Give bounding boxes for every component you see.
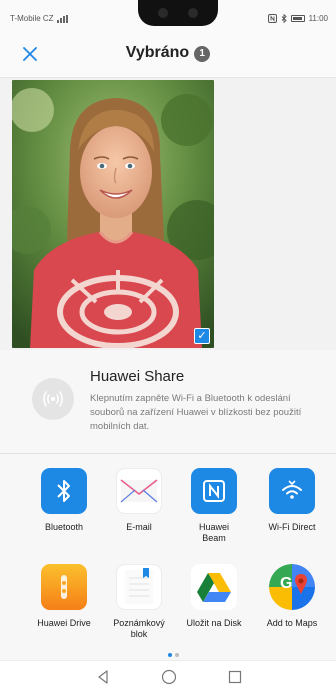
status-right: 11:00	[267, 14, 328, 23]
signal-icon	[56, 14, 68, 23]
status-time: 11:00	[308, 14, 328, 23]
battery-icon	[290, 15, 305, 22]
camera-notch	[138, 0, 218, 26]
status-left: T-Mobile CZ	[10, 14, 68, 23]
share-huawei-drive[interactable]: Huawei Drive	[24, 564, 104, 629]
share-google-drive[interactable]: Uložit na Disk	[174, 564, 254, 629]
svg-text:G: G	[280, 575, 292, 592]
bluetooth-icon	[41, 468, 87, 514]
share-google-maps[interactable]: G Add to Maps	[252, 564, 332, 629]
share-email[interactable]: E-mail	[99, 468, 179, 533]
app-label: Huawei Beam	[198, 522, 229, 543]
header: Vybráno 1	[0, 30, 336, 78]
share-panel: Huawei Share Klepnutím zapněte Wi-Fi a B…	[0, 350, 336, 692]
recents-icon	[228, 670, 242, 684]
app-label: Wi-Fi Direct	[268, 522, 316, 532]
recents-button[interactable]	[226, 669, 244, 685]
app-label: Add to Maps	[266, 618, 318, 628]
share-bluetooth[interactable]: Bluetooth	[24, 468, 104, 533]
page-title: Vybráno 1	[0, 44, 336, 62]
nfc-icon	[267, 14, 277, 23]
huawei-drive-icon	[41, 564, 87, 610]
google-maps-icon: G	[269, 564, 315, 610]
app-label: E-mail	[126, 522, 152, 532]
app-label: Bluetooth	[44, 522, 84, 532]
bluetooth-icon	[281, 14, 287, 23]
email-icon	[116, 468, 162, 514]
status-bar: T-Mobile CZ 11:00	[0, 0, 336, 30]
selected-photo[interactable]: ✓	[12, 80, 214, 348]
huawei-share-option[interactable]: Huawei Share Klepnutím zapněte Wi-Fi a B…	[0, 350, 336, 454]
share-huawei-beam[interactable]: Huawei Beam	[174, 468, 254, 544]
huawei-share-description: Klepnutím zapněte Wi-Fi a Bluetooth k od…	[90, 393, 302, 432]
app-label: Uložit na Disk	[186, 618, 242, 628]
portrait-photo-image	[12, 80, 214, 348]
huawei-share-icon	[32, 378, 74, 420]
preview-area: ✓	[0, 78, 336, 350]
page-dot	[175, 653, 179, 657]
page-indicator	[168, 653, 179, 657]
title-text: Vybráno	[125, 44, 190, 61]
front-sensor-icon	[188, 8, 198, 18]
checkmark-icon[interactable]: ✓	[194, 328, 210, 344]
huawei-share-title: Huawei Share	[90, 368, 185, 385]
notepad-icon	[116, 564, 162, 610]
wifi-direct-icon	[269, 468, 315, 514]
navigation-bar	[0, 660, 336, 692]
home-icon	[161, 669, 177, 685]
google-drive-icon	[191, 564, 237, 610]
front-camera-icon	[158, 8, 168, 18]
back-icon	[98, 670, 108, 684]
share-wifi-direct[interactable]: Wi-Fi Direct	[252, 468, 332, 533]
back-button[interactable]	[94, 669, 112, 685]
page-dot-active	[168, 653, 172, 657]
app-label: Huawei Drive	[37, 618, 91, 628]
app-label: Poznámkový blok	[113, 618, 165, 639]
carrier-name: T-Mobile CZ	[10, 14, 54, 23]
home-button[interactable]	[160, 669, 178, 685]
selected-count-badge: 1	[194, 46, 211, 62]
share-notepad[interactable]: Poznámkový blok	[99, 564, 179, 640]
nfc-icon	[191, 468, 237, 514]
